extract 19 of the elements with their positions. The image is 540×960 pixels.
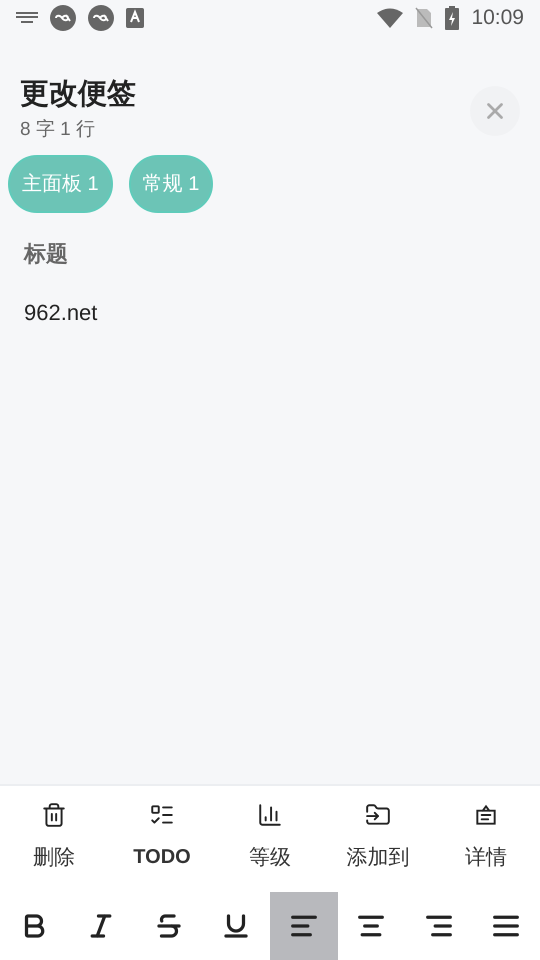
app-notification-icon xyxy=(88,5,114,31)
app-notification-icon xyxy=(50,5,76,31)
note-stats: 8 字 1 行 xyxy=(20,118,96,142)
format-button[interactable] xyxy=(270,892,338,960)
toolbar-button[interactable]: TODO xyxy=(108,802,216,892)
title-field[interactable]: 标题 xyxy=(24,236,516,270)
note-body[interactable]: 962.net xyxy=(24,296,516,329)
no-sim-icon xyxy=(415,7,434,29)
toolbar-button[interactable]: 等级 xyxy=(216,802,324,892)
bar-chart-icon xyxy=(257,802,283,828)
toolbar-button[interactable]: 详情 xyxy=(432,802,540,892)
text-notification-icon xyxy=(126,8,144,28)
page-title: 更改便签 xyxy=(20,77,137,112)
wifi-icon xyxy=(377,8,404,28)
battery-charging-icon xyxy=(445,6,460,30)
trash-icon xyxy=(41,802,67,828)
toolbar-button[interactable]: 删除 xyxy=(0,802,108,892)
toolbar-button[interactable]: 添加到 xyxy=(324,802,432,892)
clock-time: 10:09 xyxy=(471,5,524,32)
